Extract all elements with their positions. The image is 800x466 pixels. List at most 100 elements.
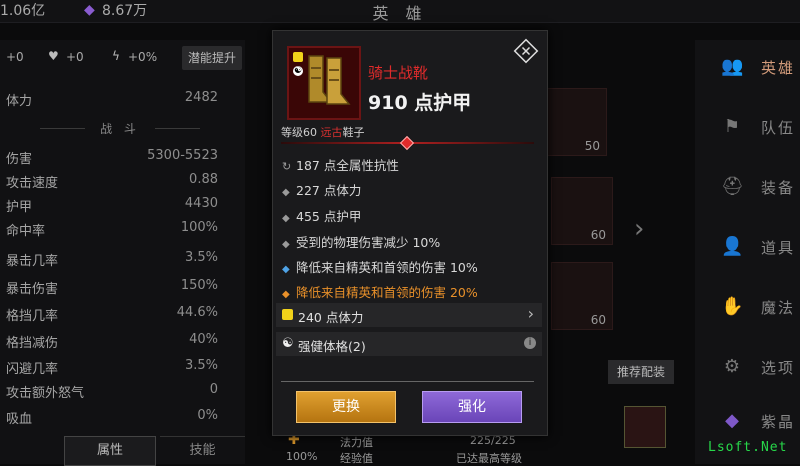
magic-hand-icon: ✋ [721,296,744,317]
slot-level: 60 [590,313,606,327]
stat-value: 5300-5523 [147,148,218,163]
section-combat: 战 斗 [40,120,200,137]
stat-block-reduction: 格挡减伤 40% [6,332,218,356]
watermark: Lsoft.Net [708,440,788,455]
set-bonus-row[interactable]: ☯ 强健体格(2) i [276,332,542,356]
divider [281,381,534,382]
nav-label: 紫晶 [761,413,796,431]
stat-hit-rate: 命中率 100% [6,220,218,244]
top-bar: 1.06亿 ◆ 8.67万 英 雄 [0,0,800,23]
nav-item-magic[interactable]: ✋ 魔法 [715,286,800,330]
stat-stamina: 体力 2482 [6,90,218,114]
upgrade-button[interactable]: 强化 [422,391,522,423]
item-level-line: 等级60 远古鞋子 [281,124,365,140]
stat-value: 0 [209,382,218,397]
lightning-icon: ϟ [112,49,120,63]
percent-value: 100% [286,450,318,463]
chevron-right-icon: › [527,304,534,323]
recommend-loadout-button[interactable]: 推荐配装 [608,360,674,384]
stats-tabs: 属性 技能 [0,436,245,466]
equip-slot[interactable]: 60 [551,262,613,330]
affix-text: 受到的物理伤害减少 10% [296,235,441,250]
nav-item-equipment[interactable]: ⛑ 装备 [715,166,800,210]
affix-text: 187 点全属性抗性 [296,158,399,173]
stat-damage: 伤害 5300-5523 [6,148,218,172]
yin-yang-icon: ☯ [282,336,294,351]
swap-button[interactable]: 更换 [296,391,396,423]
potential-button[interactable]: 潜能提升 [182,46,242,70]
gear-icon: ⚙ [723,356,741,377]
info-icon[interactable]: i [524,337,536,349]
stat-label: 伤害 [6,152,33,167]
stat-block-chance: 格挡几率 44.6% [6,305,218,329]
affix-row: ↻ 187 点全属性抗性 [282,155,532,177]
nav-item-options[interactable]: ⚙ 选项 [715,346,800,390]
bottom-strip: ✚ 100% 法力值 经验值 225/225 已达最高等级 [280,432,690,465]
affix-text: 降低来自精英和首领的伤害 10% [296,260,478,275]
affix-text: 降低来自精英和首领的伤害 20% [296,285,478,300]
stat-value: 100% [180,220,218,235]
refresh-icon: ↻ [282,160,292,173]
stat-label: 体力 [6,94,33,109]
item-icon: ☯ [287,46,361,120]
stat-label: 格挡减伤 [6,336,59,351]
stat-label: 闪避几率 [6,362,59,377]
stat-value: 3.5% [184,250,218,265]
heart-icon: ♥ [48,49,59,63]
nav-label: 队伍 [761,119,796,137]
equip-slot[interactable]: 50 [545,88,607,156]
bonus-speed: +0% [128,50,158,64]
stat-value: 150% [180,278,218,293]
boots-icon [308,55,351,105]
slot-level: 50 [584,139,600,153]
nav-item-amethyst[interactable]: ◆ 紫晶 [715,400,800,444]
chevron-right-icon[interactable]: › [634,214,644,244]
stat-extra-rage: 攻击额外怒气 0 [6,382,218,406]
item-rarity: 远古 [320,126,343,139]
stat-label: 命中率 [6,224,46,239]
stat-dodge-chance: 闪避几率 3.5% [6,358,218,382]
blue-diamond-icon: ◆ [282,264,290,275]
socketed-gem-row[interactable]: 240 点体力 › [276,303,542,327]
item-type: 鞋子 [342,126,365,139]
slot-level: 60 [590,228,606,242]
stat-crit-chance: 暴击几率 3.5% [6,250,218,274]
gold-amount: 1.06亿 [0,3,46,19]
bonus-attack: +0 [6,50,24,64]
stat-armor: 护甲 4430 [6,196,218,220]
stat-value: 4430 [184,196,218,211]
stat-value: 0% [197,408,218,423]
stat-value: 44.6% [176,305,218,320]
tab-skills[interactable]: 技能 [160,436,245,465]
affix-row: ◆ 227 点体力 [282,180,532,202]
affix-text: 455 点护甲 [296,209,362,224]
orange-diamond-icon: ◆ [282,289,290,300]
tab-attributes[interactable]: 属性 [64,436,156,466]
nav-item-team[interactable]: ⚑ 队伍 [715,106,800,150]
person-icon: 👤 [721,236,744,257]
stat-value: 0.88 [189,172,218,187]
gem-socket-icon [293,52,303,62]
diamond-bullet-icon: ◆ [282,213,290,224]
equip-slot[interactable]: 60 [551,177,613,245]
flag-icon: ⚑ [723,116,741,137]
item-level: 等级60 [281,126,317,139]
nav-item-hero[interactable]: 👥 英雄 [715,46,800,90]
stat-label: 攻击速度 [6,176,59,191]
gem-icon: ◆ [84,2,95,18]
item-name: 骑士战靴 [368,64,429,82]
nav-label: 道具 [761,239,796,257]
stat-attack-speed: 攻击速度 0.88 [6,172,218,196]
amethyst-icon: ◆ [725,410,739,431]
stat-label: 格挡几率 [6,309,59,324]
gem-amount: 8.67万 [102,3,148,19]
bonus-health: +0 [66,50,84,64]
hero-icon: 👥 [721,56,744,77]
close-icon[interactable] [513,38,539,64]
stat-crit-damage: 暴击伤害 150% [6,278,218,302]
stat-label: 暴击伤害 [6,282,59,297]
page-title: 英 雄 [372,4,428,23]
nav-item-items[interactable]: 👤 道具 [715,226,800,270]
main-nav: 👥 英雄 ⚑ 队伍 ⛑ 装备 👤 道具 ✋ 魔法 ⚙ 选项 ◆ 紫晶 [695,40,800,464]
stat-value: 2482 [184,90,218,105]
